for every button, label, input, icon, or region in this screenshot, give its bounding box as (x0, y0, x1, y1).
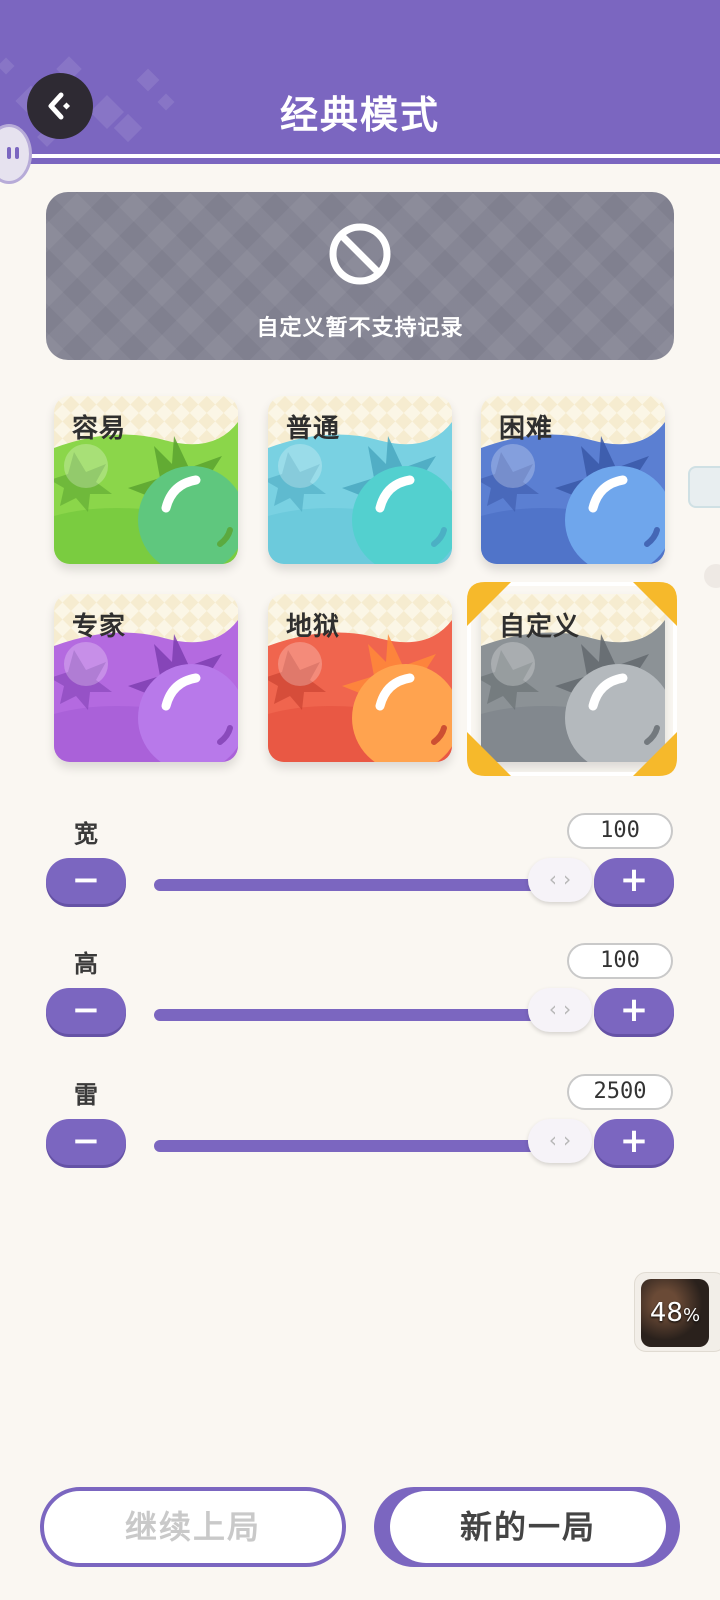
page-title: 经典模式 (279, 93, 440, 137)
difficulty-card[interactable]: 普通 (268, 396, 452, 564)
slider-track-height[interactable] (154, 1009, 590, 1021)
back-button[interactable] (27, 73, 93, 139)
slider-track-mines[interactable] (154, 1140, 590, 1152)
difficulty-label: 容易 (72, 414, 127, 444)
slider-label-mines: 雷 (74, 1081, 98, 1109)
difficulty-card[interactable]: 专家 (54, 594, 238, 762)
slider-label-height: 高 (74, 950, 98, 978)
difficulty-label: 困难 (499, 414, 554, 444)
slider-thumb-height[interactable]: ‹ › (528, 988, 592, 1032)
slider-value-width[interactable]: 100 (567, 813, 673, 849)
slider-label-width: 宽 (74, 820, 98, 848)
difficulty-label: 普通 (286, 414, 341, 444)
header-divider (0, 158, 720, 164)
difficulty-card[interactable]: 困难 (481, 396, 665, 564)
continue-game-button[interactable]: 继续上局 (40, 1487, 346, 1567)
floating-progress-widget[interactable]: 48% (634, 1272, 720, 1352)
difficulty-label: 专家 (72, 612, 127, 642)
new-game-button[interactable]: 新的一局 (390, 1491, 666, 1563)
difficulty-label: 地狱 (286, 612, 341, 642)
back-arrow-icon (48, 92, 71, 120)
increase-height-button[interactable]: + (594, 988, 674, 1034)
record-notice-text: 自定义暂不支持记录 (256, 316, 464, 341)
no-entry-icon (329, 223, 391, 285)
pause-icon (7, 147, 19, 159)
side-floating-dot[interactable] (704, 564, 720, 588)
pause-button[interactable] (0, 124, 32, 184)
decrease-mines-button[interactable]: − (46, 1119, 126, 1165)
slider-thumb-mines[interactable]: ‹ › (528, 1119, 592, 1163)
selection-corners (467, 582, 677, 776)
difficulty-card[interactable]: 容易 (54, 396, 238, 564)
side-floating-thumbnail[interactable] (688, 466, 720, 508)
record-notice-banner: 自定义暂不支持记录 (46, 192, 674, 360)
increase-width-button[interactable]: + (594, 858, 674, 904)
difficulty-card[interactable]: 地狱 (268, 594, 452, 762)
slider-track-width[interactable] (154, 879, 590, 891)
decrease-height-button[interactable]: − (46, 988, 126, 1034)
slider-value-mines[interactable]: 2500 (567, 1074, 673, 1110)
slider-value-height[interactable]: 100 (567, 943, 673, 979)
decrease-width-button[interactable]: − (46, 858, 126, 904)
slider-thumb-width[interactable]: ‹ › (528, 858, 592, 902)
progress-percent: 48% (649, 1298, 701, 1328)
increase-mines-button[interactable]: + (594, 1119, 674, 1165)
